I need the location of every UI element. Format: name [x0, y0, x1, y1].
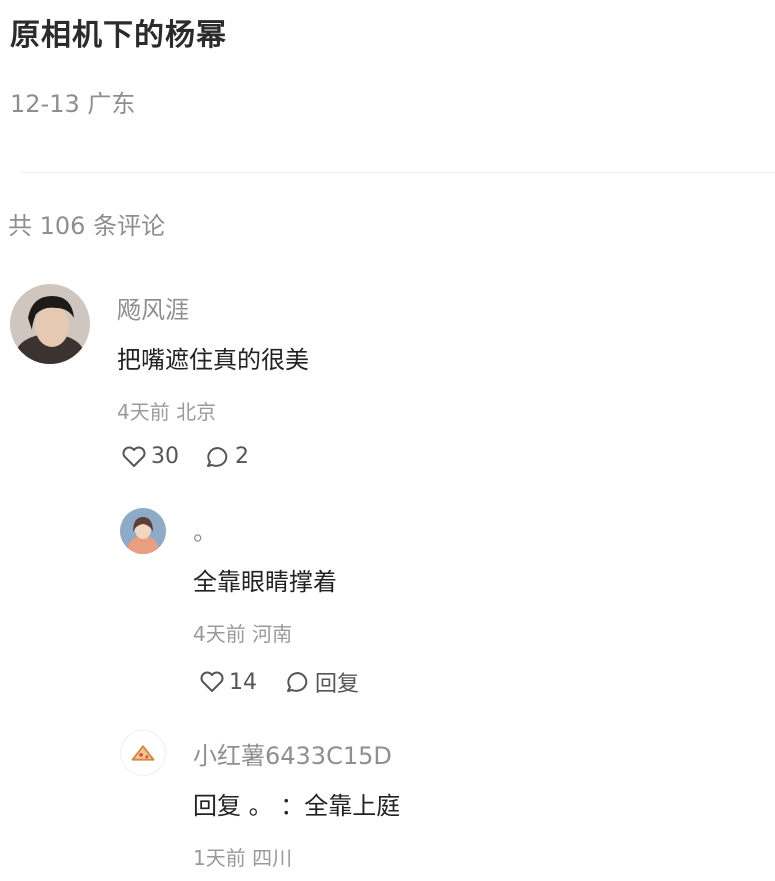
- reply-text: 回复 。 ：全靠上庭: [193, 792, 401, 820]
- reply-button[interactable]: 2: [205, 444, 249, 469]
- reply-text: 全靠眼睛撑着: [193, 568, 337, 596]
- comment-actions: 30 2: [121, 444, 249, 469]
- avatar[interactable]: [10, 284, 90, 364]
- divider: [22, 172, 775, 173]
- speech-bubble-icon: [287, 672, 308, 692]
- comment-meta: 4天前 北京: [117, 400, 217, 424]
- comment-text: 把嘴遮住真的很美: [117, 346, 309, 374]
- heart-outline-icon: [122, 446, 146, 467]
- heart-outline-icon: [200, 671, 224, 692]
- reply-button[interactable]: 回复: [285, 666, 359, 698]
- post-meta: 12-13 广东: [10, 90, 136, 118]
- reply-meta: 1天前 四川: [193, 846, 293, 870]
- speech-bubble-icon: [207, 446, 228, 467]
- like-count: 30: [151, 444, 179, 469]
- like-count: 14: [229, 669, 257, 695]
- reply-count: 2: [235, 444, 249, 469]
- avatar[interactable]: [120, 730, 166, 776]
- reply-label: 回复: [315, 672, 360, 697]
- reply-meta: 4天前 河南: [193, 622, 293, 646]
- comment-username[interactable]: 飏风涯: [117, 290, 189, 325]
- post-title: 原相机下的杨幂: [10, 18, 227, 53]
- reply-actions: 14 回复: [199, 666, 359, 698]
- comment-page: 原相机下的杨幂 12-13 广东 共 106 条评论 飏风涯 把嘴遮住真的很美 …: [0, 0, 775, 881]
- comment-count: 共 106 条评论: [8, 212, 166, 240]
- reply-username[interactable]: 小红薯6433C15D: [193, 736, 392, 771]
- like-button[interactable]: 30: [121, 444, 179, 469]
- reply-username[interactable]: 。: [193, 512, 217, 547]
- avatar[interactable]: [120, 508, 166, 554]
- like-button[interactable]: 14: [199, 670, 257, 695]
